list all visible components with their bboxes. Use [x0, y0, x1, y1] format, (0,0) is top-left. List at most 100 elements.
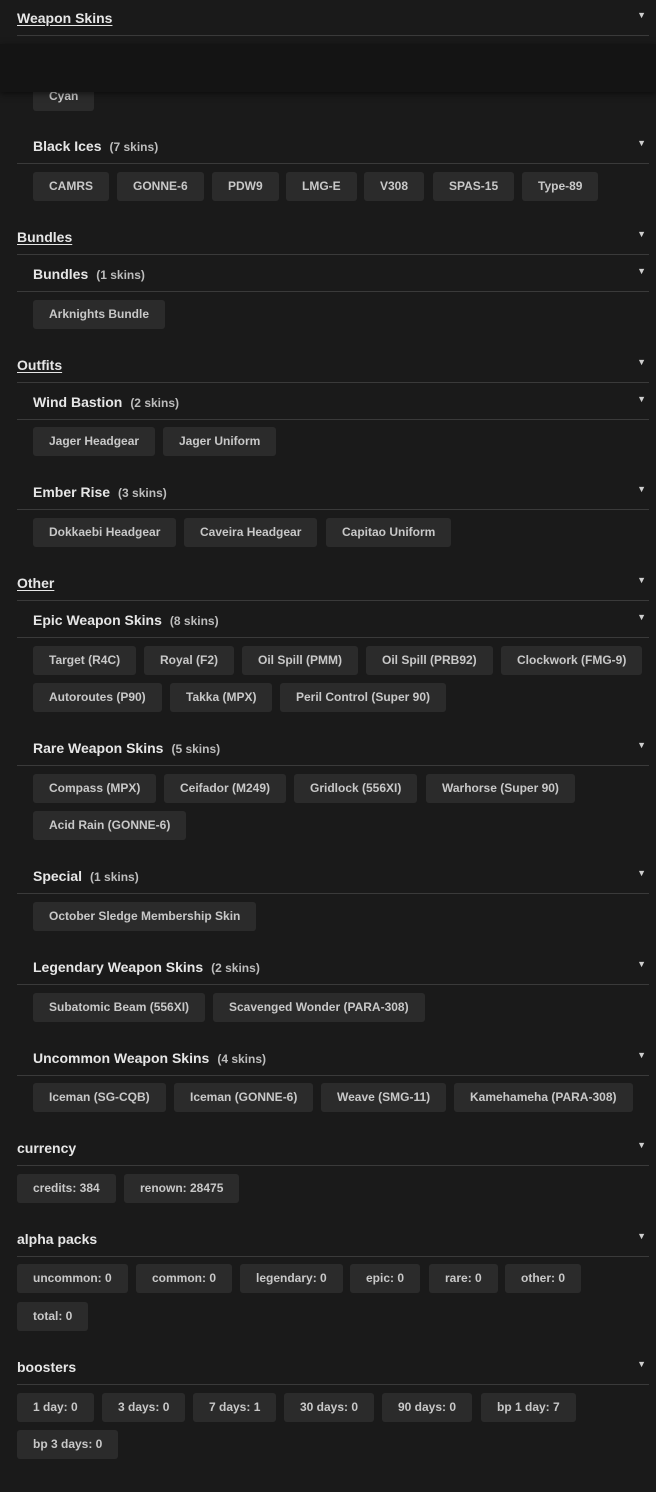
skin-chip[interactable]: Oil Spill (PMM) [242, 646, 358, 675]
skin-chip[interactable]: Compass (MPX) [33, 774, 157, 803]
alpha-pack-chip[interactable]: legendary: 0 [240, 1264, 343, 1293]
skin-chip[interactable]: Weave (SMG-11) [321, 1083, 447, 1112]
skin-chip[interactable]: Arknights Bundle [33, 300, 166, 329]
booster-chip[interactable]: bp 3 days: 0 [17, 1430, 119, 1459]
skin-chip[interactable]: Peril Control (Super 90) [280, 683, 447, 712]
alpha-pack-chip[interactable]: uncommon: 0 [17, 1264, 128, 1293]
group-title: Uncommon Weapon Skins [33, 1050, 210, 1066]
group-uncommon-weapon-skins[interactable]: Uncommon Weapon Skins (4 skins) ▼ [17, 1040, 649, 1076]
chevron-down-icon[interactable]: ▼ [637, 484, 646, 494]
section-title[interactable]: Other [17, 575, 54, 591]
alpha-pack-chip[interactable]: common: 0 [136, 1264, 233, 1293]
skin-chip[interactable]: Scavenged Wonder (PARA-308) [213, 993, 425, 1022]
chevron-down-icon[interactable]: ▼ [637, 959, 646, 969]
overlay-bar [0, 44, 656, 92]
group-count: (1 skins) [90, 870, 139, 884]
section-title: alpha packs [17, 1231, 98, 1247]
section-other[interactable]: Other ▼ [17, 565, 649, 601]
skin-chip[interactable]: Subatomic Beam (556XI) [33, 993, 206, 1022]
booster-chip[interactable]: 1 day: 0 [17, 1393, 94, 1422]
booster-chip[interactable]: 7 days: 1 [193, 1393, 277, 1422]
group-title: Black Ices [33, 138, 102, 154]
skin-chip[interactable]: Autoroutes (P90) [33, 683, 162, 712]
group-title: Wind Bastion [33, 394, 123, 410]
chevron-down-icon[interactable]: ▼ [637, 394, 646, 404]
skin-chip[interactable]: Kamehameha (PARA-308) [454, 1083, 633, 1112]
group-count: (2 skins) [130, 396, 179, 410]
skin-chip[interactable]: Caveira Headgear [184, 518, 318, 547]
skin-chip[interactable]: CAMRS [33, 172, 109, 201]
group-wind-bastion[interactable]: Wind Bastion (2 skins) ▼ [17, 384, 649, 420]
chevron-down-icon[interactable]: ▼ [637, 10, 646, 20]
skin-chip[interactable]: October Sledge Membership Skin [33, 902, 257, 931]
skin-chip[interactable]: GONNE-6 [117, 172, 204, 201]
section-boosters[interactable]: boosters ▼ [17, 1349, 649, 1385]
chevron-down-icon[interactable]: ▼ [637, 266, 646, 276]
group-epic-weapon-skins[interactable]: Epic Weapon Skins (8 skins) ▼ [17, 602, 649, 638]
group-black-ices[interactable]: Black Ices (7 skins) ▼ [17, 128, 649, 164]
alpha-pack-chip[interactable]: other: 0 [505, 1264, 582, 1293]
group-rare-weapon-skins[interactable]: Rare Weapon Skins (5 skins) ▼ [17, 730, 649, 766]
alpha-pack-chip[interactable]: total: 0 [17, 1302, 89, 1331]
booster-chip[interactable]: bp 1 day: 7 [481, 1393, 576, 1422]
section-currency[interactable]: currency ▼ [17, 1130, 649, 1166]
group-legendary-weapon-skins[interactable]: Legendary Weapon Skins (2 skins) ▼ [17, 949, 649, 985]
skin-chip[interactable]: Takka (MPX) [170, 683, 273, 712]
skin-chip[interactable]: SPAS-15 [433, 172, 515, 201]
group-title: Ember Rise [33, 484, 111, 500]
section-title[interactable]: Weapon Skins [17, 10, 112, 26]
section-outfits[interactable]: Outfits ▼ [17, 347, 649, 383]
section-bundles[interactable]: Bundles ▼ [17, 219, 649, 255]
chevron-down-icon[interactable]: ▼ [637, 357, 646, 367]
chevron-down-icon[interactable]: ▼ [637, 575, 646, 585]
group-count: (7 skins) [109, 140, 159, 154]
skin-chip[interactable]: Ceifador (M249) [164, 774, 287, 803]
section-title[interactable]: Bundles [17, 229, 72, 245]
group-title: Legendary Weapon Skins [33, 959, 204, 975]
currency-chip[interactable]: renown: 28475 [124, 1174, 240, 1203]
chevron-down-icon[interactable]: ▼ [637, 229, 646, 239]
group-count: (3 skins) [118, 486, 167, 500]
chevron-down-icon[interactable]: ▼ [637, 612, 646, 622]
skin-chip[interactable]: Jager Uniform [163, 427, 277, 456]
alpha-pack-chip[interactable]: epic: 0 [350, 1264, 421, 1293]
skin-chip[interactable]: Iceman (SG-CQB) [33, 1083, 166, 1112]
booster-chip[interactable]: 3 days: 0 [102, 1393, 186, 1422]
currency-chip[interactable]: credits: 384 [17, 1174, 116, 1203]
chevron-down-icon[interactable]: ▼ [637, 138, 646, 148]
group-title: Bundles [33, 266, 89, 282]
booster-chip[interactable]: 90 days: 0 [382, 1393, 473, 1422]
chevron-down-icon[interactable]: ▼ [637, 1050, 646, 1060]
skin-chip[interactable]: PDW9 [212, 172, 279, 201]
skin-chip[interactable]: Dokkaebi Headgear [33, 518, 177, 547]
chevron-down-icon[interactable]: ▼ [637, 1359, 646, 1369]
skin-chip[interactable]: Jager Headgear [33, 427, 156, 456]
group-ember-rise[interactable]: Ember Rise (3 skins) ▼ [17, 474, 649, 510]
chevron-down-icon[interactable]: ▼ [637, 868, 646, 878]
group-title: Rare Weapon Skins [33, 740, 164, 756]
skin-chip[interactable]: LMG-E [286, 172, 357, 201]
skin-chip[interactable]: Royal (F2) [144, 646, 235, 675]
skin-chip[interactable]: Clockwork (FMG-9) [501, 646, 643, 675]
skin-chip[interactable]: Gridlock (556XI) [294, 774, 418, 803]
skin-chip[interactable]: Oil Spill (PRB92) [366, 646, 493, 675]
group-bundles[interactable]: Bundles (1 skins) ▼ [17, 256, 649, 292]
section-weapon-skins[interactable]: Weapon Skins ▼ [17, 0, 649, 36]
chevron-down-icon[interactable]: ▼ [637, 740, 646, 750]
skin-chip[interactable]: Warhorse (Super 90) [426, 774, 575, 803]
section-title[interactable]: Outfits [17, 357, 62, 373]
skin-chip[interactable]: Acid Rain (GONNE-6) [33, 811, 187, 840]
group-special[interactable]: Special (1 skins) ▼ [17, 858, 649, 894]
chevron-down-icon[interactable]: ▼ [637, 1231, 646, 1241]
section-alpha-packs[interactable]: alpha packs ▼ [17, 1221, 649, 1257]
chevron-down-icon[interactable]: ▼ [637, 1140, 646, 1150]
skin-chip[interactable]: Capitao Uniform [326, 518, 452, 547]
skin-chip[interactable]: V308 [364, 172, 425, 201]
skin-chip[interactable]: Type-89 [522, 172, 599, 201]
group-title: Special [33, 868, 83, 884]
skin-chip[interactable]: Target (R4C) [33, 646, 137, 675]
alpha-pack-chip[interactable]: rare: 0 [429, 1264, 498, 1293]
section-title: boosters [17, 1359, 77, 1375]
skin-chip[interactable]: Iceman (GONNE-6) [174, 1083, 314, 1112]
booster-chip[interactable]: 30 days: 0 [284, 1393, 375, 1422]
